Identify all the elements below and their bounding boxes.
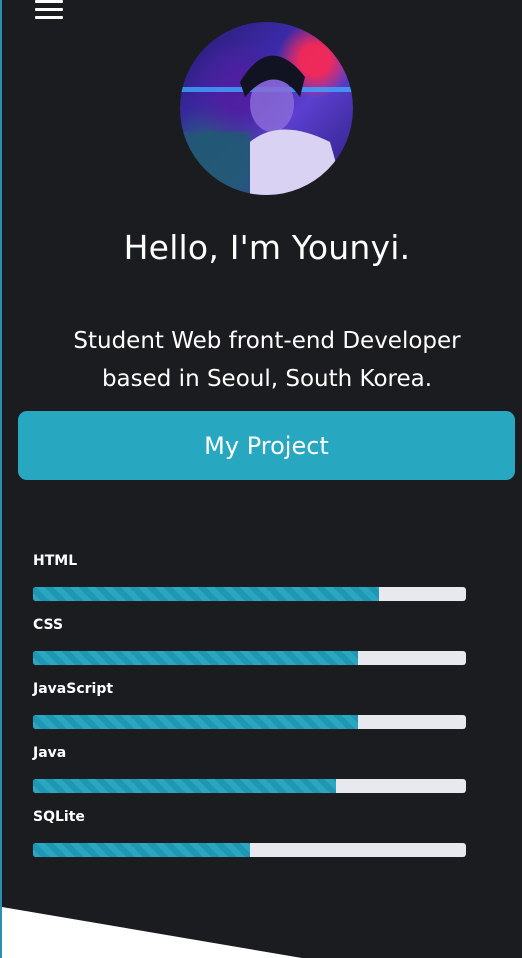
skill-item: Java	[33, 742, 466, 806]
skill-progress-fill	[33, 587, 380, 601]
skill-progress-bar	[33, 715, 466, 729]
intro-text: Student Web front-end Developer based in…	[73, 328, 461, 392]
skill-item: CSS	[33, 614, 466, 678]
skill-progress-bar	[33, 587, 466, 601]
page: Hello, I'm Younyi. Student Web front-end…	[0, 0, 522, 958]
menu-line	[35, 8, 63, 11]
avatar-photo	[180, 55, 353, 195]
skill-item: JavaScript	[33, 678, 466, 742]
skill-progress-fill	[33, 779, 337, 793]
skill-progress-bar	[33, 779, 466, 793]
skill-progress-fill	[33, 715, 358, 729]
skill-progress-bar	[33, 843, 466, 857]
hamburger-menu-icon[interactable]	[35, 0, 63, 20]
skill-label: Java	[33, 745, 67, 761]
menu-line	[35, 16, 63, 19]
skill-label: HTML	[33, 553, 78, 569]
avatar	[180, 22, 353, 195]
menu-line	[35, 0, 63, 3]
skill-label: JavaScript	[33, 681, 114, 697]
my-project-button[interactable]: My Project	[18, 411, 515, 480]
skill-label: SQLite	[33, 809, 85, 825]
skills-list: HTML CSS JavaScript Java SQLite	[33, 550, 466, 870]
skill-label: CSS	[33, 617, 64, 633]
skill-item: SQLite	[33, 806, 466, 870]
skill-progress-fill	[33, 651, 358, 665]
greeting-heading: Hello, I'm Younyi.	[123, 228, 411, 267]
skill-progress-bar	[33, 651, 466, 665]
skill-progress-fill	[33, 843, 250, 857]
skill-item: HTML	[33, 550, 466, 614]
